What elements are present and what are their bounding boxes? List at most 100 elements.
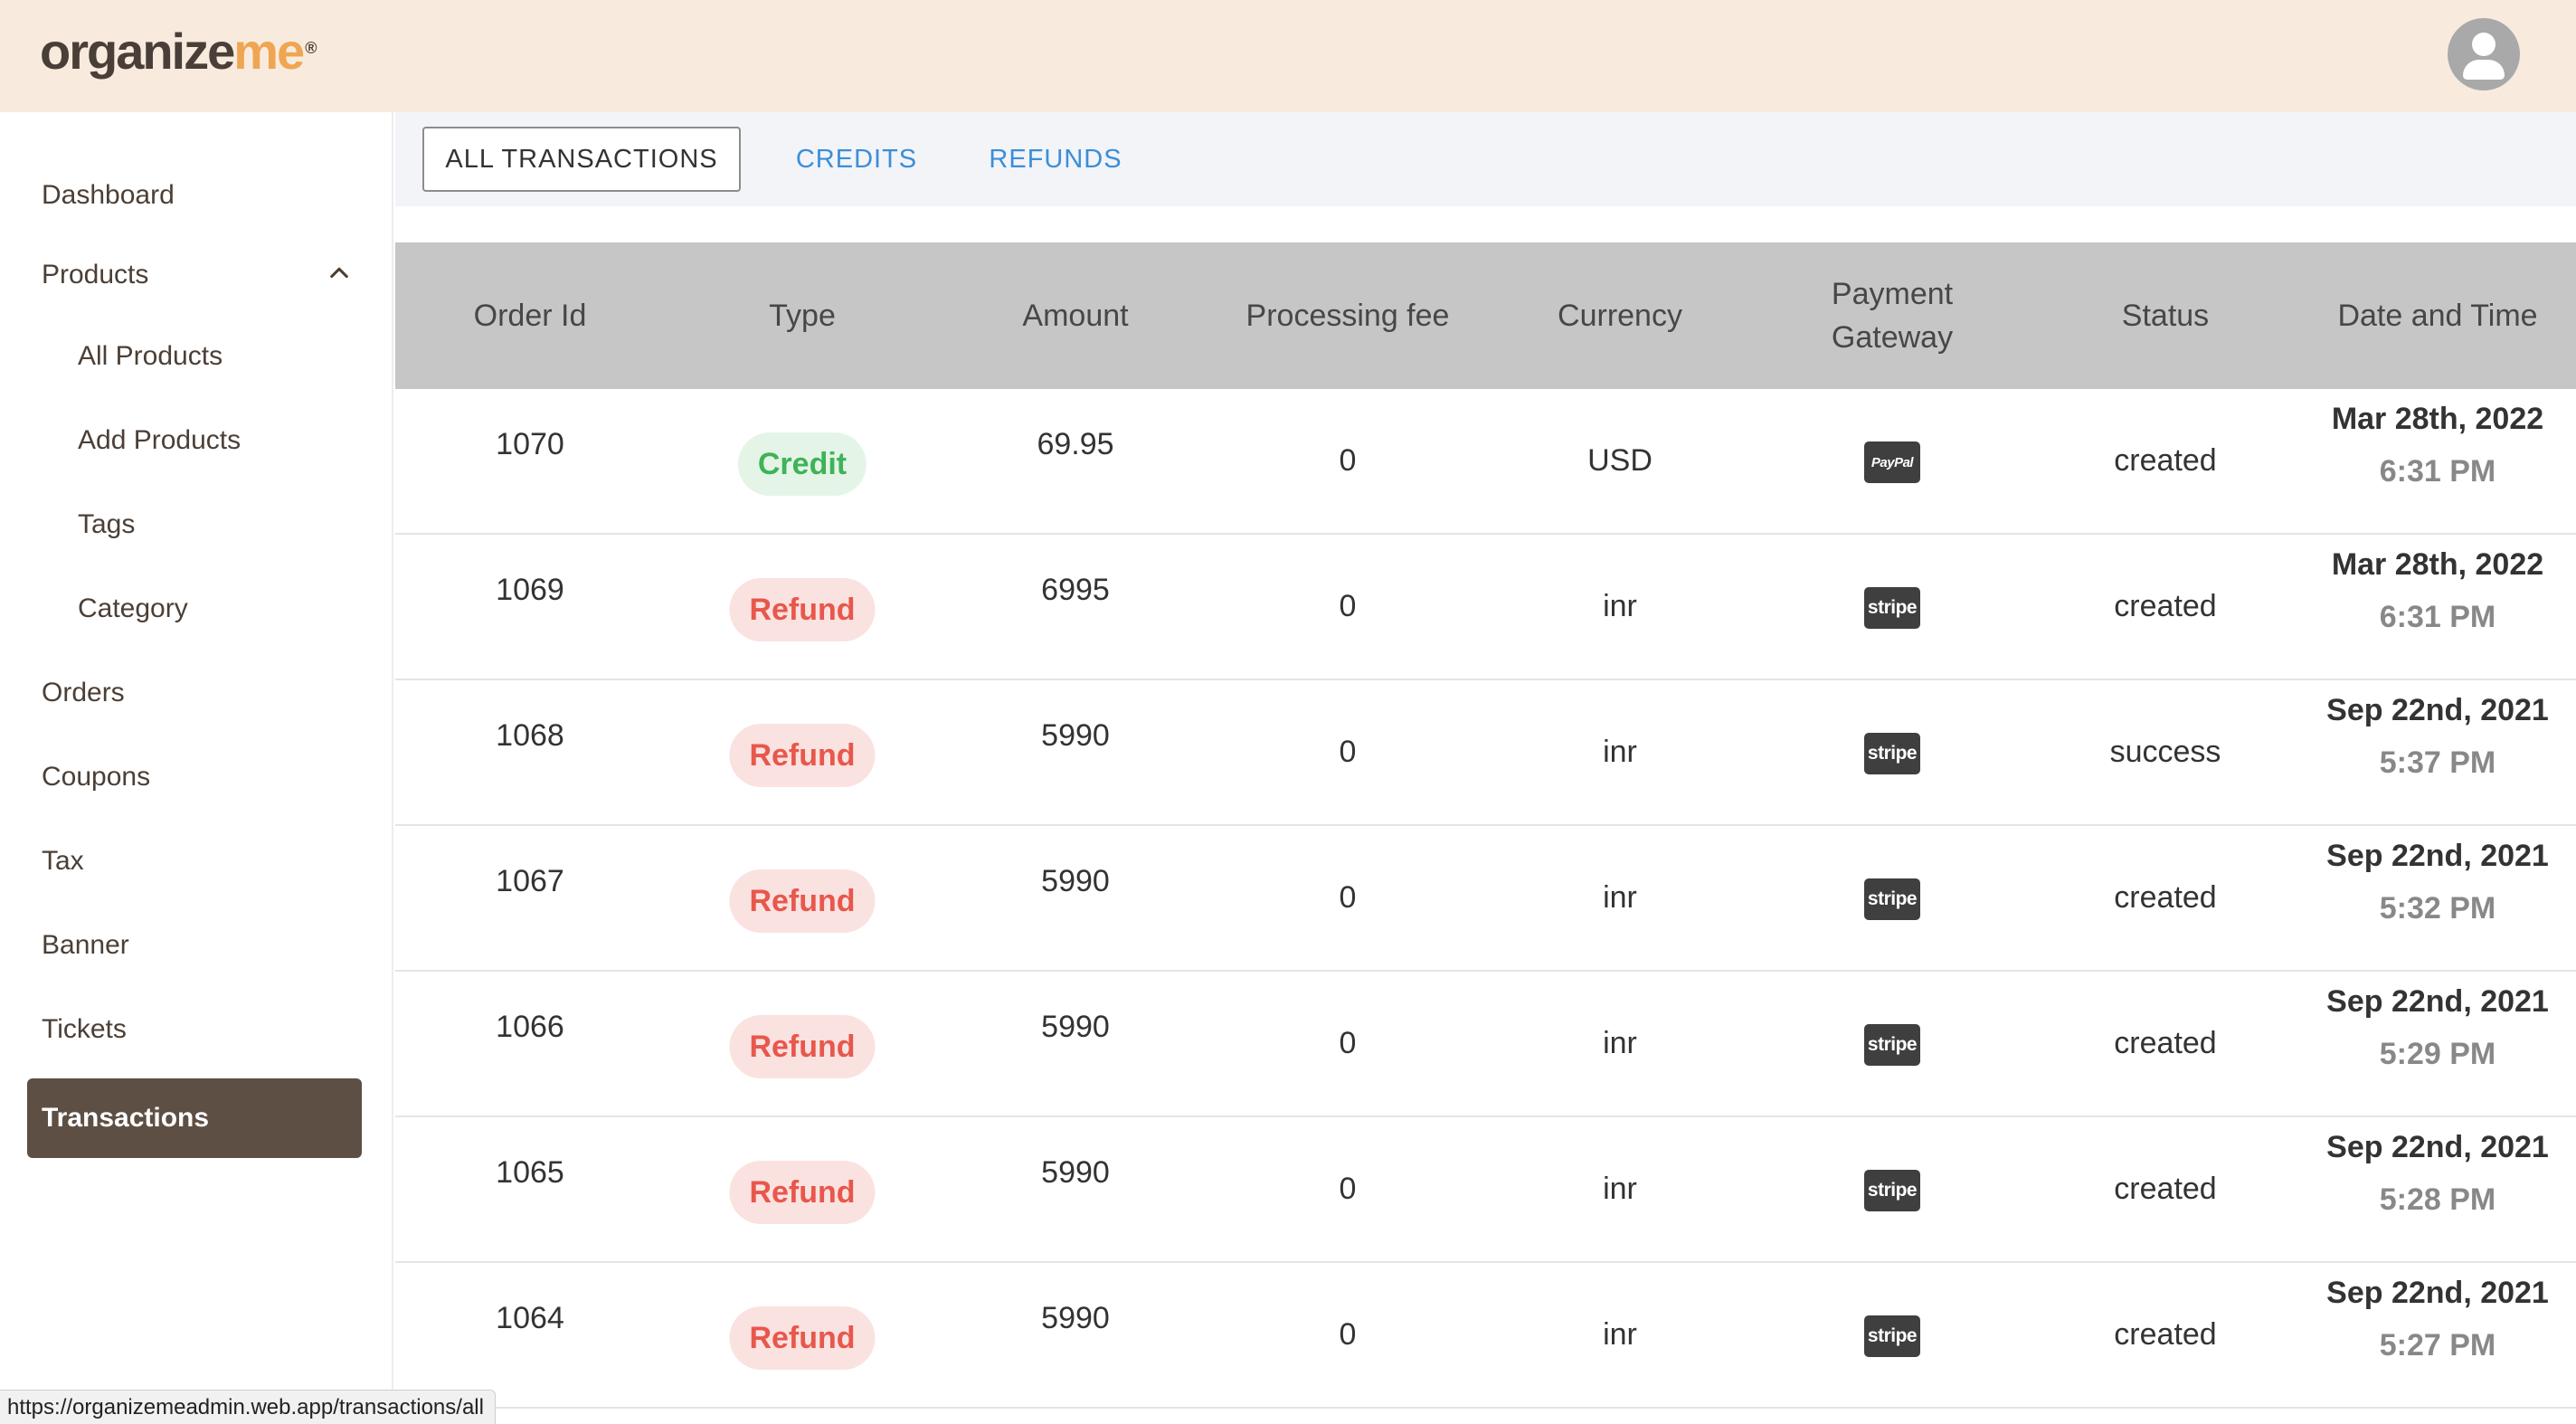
currency-cell: inr — [1603, 589, 1637, 623]
sidebar-item-label: Orders — [42, 678, 125, 707]
tabs-bar: ALL TRANSACTIONS CREDITS REFUNDS — [395, 112, 2576, 206]
status-cell: created — [2114, 443, 2217, 478]
order-id-cell: 1070 — [496, 427, 564, 461]
type-badge: Refund — [729, 1161, 876, 1224]
time-cell: 5:37 PM — [2379, 745, 2496, 780]
table-row[interactable]: 1066 Refund 5990 0 inr stripe created Sep 22nd,… — [395, 972, 2576, 1117]
date-cell: Mar 28th, 2022 — [2331, 547, 2544, 582]
type-badge: Refund — [729, 1015, 876, 1078]
app-logo[interactable]: organizeme ® — [40, 20, 317, 83]
table-header: Order Id Type Amount Processing fee Curr… — [395, 242, 2576, 389]
order-id-cell: 1068 — [496, 718, 564, 753]
sidebar-item-dashboard[interactable]: Dashboard — [27, 156, 362, 235]
sidebar-item-products[interactable]: Products — [27, 235, 362, 315]
sidebar-item-label: Tags — [78, 509, 136, 539]
order-id-cell: 1064 — [496, 1301, 564, 1335]
sidebar-item-tags[interactable]: Tags — [63, 485, 362, 565]
column-header-type[interactable]: Type — [667, 242, 938, 389]
processing-fee-cell: 0 — [1339, 1026, 1357, 1060]
currency-cell: USD — [1587, 443, 1653, 478]
currency-cell: inr — [1603, 1026, 1637, 1060]
amount-cell: 69.95 — [1037, 427, 1114, 461]
column-header-amount[interactable]: Amount — [940, 242, 1211, 389]
status-cell: created — [2114, 589, 2217, 623]
sidebar: Dashboard Products All Products Add Prod… — [0, 112, 393, 1424]
status-cell: created — [2114, 880, 2217, 915]
sidebar-item-banner[interactable]: Banner — [27, 906, 362, 985]
currency-cell: inr — [1603, 1172, 1637, 1206]
status-cell: created — [2114, 1026, 2217, 1060]
processing-fee-cell: 0 — [1339, 443, 1357, 478]
column-header-date-time[interactable]: Date and Time — [2302, 242, 2573, 389]
status-cell: success — [2109, 735, 2221, 769]
table-row[interactable]: 1068 Refund 5990 0 inr stripe success Sep 22nd,… — [395, 680, 2576, 826]
amount-cell: 6995 — [1041, 573, 1110, 607]
time-cell: 5:32 PM — [2379, 891, 2496, 926]
status-cell: created — [2114, 1172, 2217, 1206]
sidebar-item-label: Banner — [42, 930, 129, 960]
tab-all-transactions[interactable]: ALL TRANSACTIONS — [422, 127, 741, 192]
table-row[interactable]: 1065 Refund 5990 0 inr stripe created Sep 22nd,… — [395, 1117, 2576, 1263]
date-cell: Mar 28th, 2022 — [2331, 402, 2544, 436]
processing-fee-cell: 0 — [1339, 735, 1357, 769]
sidebar-item-label: Tax — [42, 846, 84, 876]
time-cell: 6:31 PM — [2379, 454, 2496, 489]
sidebar-item-add-products[interactable]: Add Products — [63, 401, 362, 480]
user-avatar-icon[interactable] — [2448, 18, 2520, 90]
tab-credits[interactable]: CREDITS — [775, 127, 938, 192]
link-preview-url: https://organizemeadmin.web.app/transact… — [0, 1390, 496, 1424]
currency-cell: inr — [1603, 1317, 1637, 1352]
sidebar-item-label: Category — [78, 593, 188, 623]
sidebar-item-label: Products — [42, 260, 149, 290]
sidebar-item-label: Add Products — [78, 425, 242, 455]
amount-cell: 5990 — [1041, 718, 1110, 753]
sidebar-item-category[interactable]: Category — [63, 569, 362, 649]
date-cell: Sep 22nd, 2021 — [2326, 1130, 2549, 1164]
type-badge: Refund — [729, 578, 876, 641]
processing-fee-cell: 0 — [1339, 1317, 1357, 1352]
column-header-currency[interactable]: Currency — [1484, 242, 1756, 389]
table-row[interactable]: 1070 Credit 69.95 0 USD PayPal created Mar 28th… — [395, 389, 2576, 535]
amount-cell: 5990 — [1041, 1155, 1110, 1190]
currency-cell: inr — [1603, 735, 1637, 769]
date-cell: Sep 22nd, 2021 — [2326, 693, 2549, 727]
transactions-table: Order Id Type Amount Processing fee Curr… — [395, 242, 2576, 1424]
order-id-cell: 1066 — [496, 1010, 564, 1044]
table-row[interactable]: 1069 Refund 6995 0 inr stripe created Mar 28th,… — [395, 535, 2576, 680]
column-header-order-id[interactable]: Order Id — [394, 242, 666, 389]
sidebar-item-all-products[interactable]: All Products — [63, 317, 362, 396]
time-cell: 6:31 PM — [2379, 600, 2496, 634]
sidebar-item-coupons[interactable]: Coupons — [27, 737, 362, 817]
date-cell: Sep 22nd, 2021 — [2326, 984, 2549, 1019]
column-header-status[interactable]: Status — [2030, 242, 2301, 389]
order-id-cell: 1065 — [496, 1155, 564, 1190]
table-row[interactable]: 1064 Refund 5990 0 inr stripe created Sep 22nd,… — [395, 1263, 2576, 1409]
time-cell: 5:29 PM — [2379, 1037, 2496, 1071]
table-row[interactable]: 1067 Refund 5990 0 inr stripe created Sep 22nd,… — [395, 826, 2576, 972]
type-badge: Refund — [729, 869, 876, 933]
type-badge: Refund — [729, 1306, 876, 1370]
order-id-cell: 1069 — [496, 573, 564, 607]
logo-part-organize: organize — [40, 23, 235, 80]
tab-refunds[interactable]: REFUNDS — [965, 127, 1146, 192]
type-badge: Credit — [737, 432, 867, 496]
sidebar-item-tickets[interactable]: Tickets — [27, 990, 362, 1069]
stripe-logo-icon: stripe — [1864, 1024, 1920, 1066]
sidebar-item-label: Tickets — [42, 1014, 127, 1044]
logo-part-me: me — [233, 23, 305, 80]
processing-fee-cell: 0 — [1339, 589, 1357, 623]
column-header-processing-fee[interactable]: Processing fee — [1212, 242, 1483, 389]
time-cell: 5:28 PM — [2379, 1182, 2496, 1217]
stripe-logo-icon: stripe — [1864, 878, 1920, 920]
column-header-payment-gateway[interactable]: Payment Gateway — [1802, 242, 1983, 389]
status-cell: created — [2114, 1317, 2217, 1352]
chevron-up-icon — [330, 267, 348, 279]
amount-cell: 5990 — [1041, 1010, 1110, 1044]
currency-cell: inr — [1603, 880, 1637, 915]
sidebar-item-orders[interactable]: Orders — [27, 653, 362, 733]
sidebar-item-tax[interactable]: Tax — [27, 821, 362, 901]
sidebar-item-transactions[interactable]: Transactions — [27, 1078, 362, 1158]
stripe-logo-icon: stripe — [1864, 1170, 1920, 1211]
time-cell: 5:27 PM — [2379, 1328, 2496, 1362]
amount-cell: 5990 — [1041, 864, 1110, 898]
